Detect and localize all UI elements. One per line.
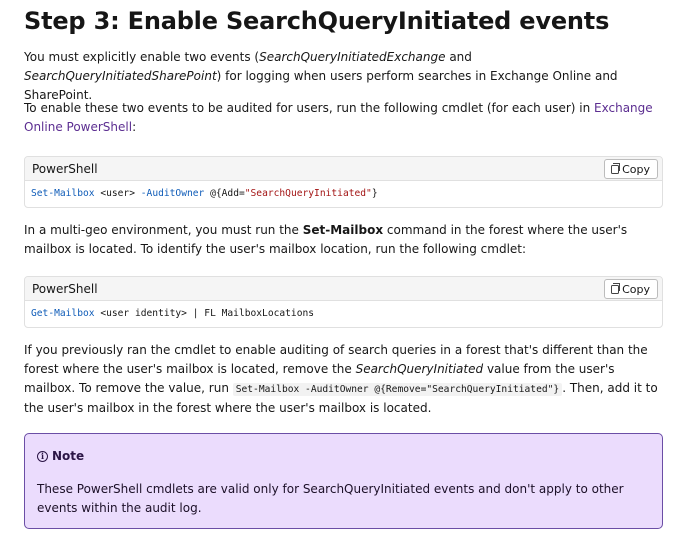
info-icon: i: [37, 450, 48, 462]
remove-value-paragraph: If you previously ran the cmdlet to enab…: [24, 343, 658, 415]
code-block-header: PowerShell Copy: [25, 157, 662, 181]
copy-button-label: Copy: [622, 282, 650, 296]
code-block-header: PowerShell Copy: [25, 277, 662, 301]
copy-button[interactable]: Copy: [604, 159, 658, 179]
copy-icon: [611, 162, 621, 174]
set-mailbox-strong: Set-Mailbox: [302, 223, 384, 237]
code-block-get-mailbox: PowerShell Copy Get-Mailbox <user identi…: [24, 276, 663, 328]
code-language-label: PowerShell: [32, 282, 98, 296]
code-content[interactable]: Get-Mailbox <user identity> | FL Mailbox…: [25, 301, 662, 327]
copy-icon: [611, 282, 621, 294]
code-cmdlet: Set-Mailbox: [31, 188, 95, 199]
note-title: i Note: [37, 449, 84, 463]
instruction-paragraph: To enable these two events to be audited…: [24, 101, 653, 134]
event-name-exchange: SearchQueryInitiatedExchange: [259, 50, 446, 64]
note-text: These PowerShell cmdlets are valid only …: [37, 482, 624, 515]
code-content[interactable]: Set-Mailbox <user> -AuditOwner @{Add="Se…: [25, 181, 662, 207]
copy-button-label: Copy: [622, 162, 650, 176]
page-title: Step 3: Enable SearchQueryInitiated even…: [24, 7, 610, 35]
code-string: "SearchQueryInitiated": [244, 188, 372, 199]
event-name-sharepoint: SearchQueryInitiatedSharePoint: [24, 69, 217, 83]
copy-button[interactable]: Copy: [604, 279, 658, 299]
multi-geo-paragraph: In a multi-geo environment, you must run…: [24, 223, 628, 256]
code-block-set-mailbox: PowerShell Copy Set-Mailbox <user> -Audi…: [24, 156, 663, 208]
note-callout: i Note These PowerShell cmdlets are vali…: [24, 433, 663, 529]
code-parameter: -AuditOwner: [140, 188, 205, 199]
intro-paragraph: You must explicitly enable two events (S…: [24, 50, 618, 102]
code-cmdlet: Get-Mailbox: [31, 308, 95, 319]
inline-code-remove: Set-Mailbox -AuditOwner @{Remove="Search…: [232, 383, 563, 396]
search-query-initiated-em: SearchQueryInitiated: [355, 362, 484, 376]
code-language-label: PowerShell: [32, 162, 98, 176]
